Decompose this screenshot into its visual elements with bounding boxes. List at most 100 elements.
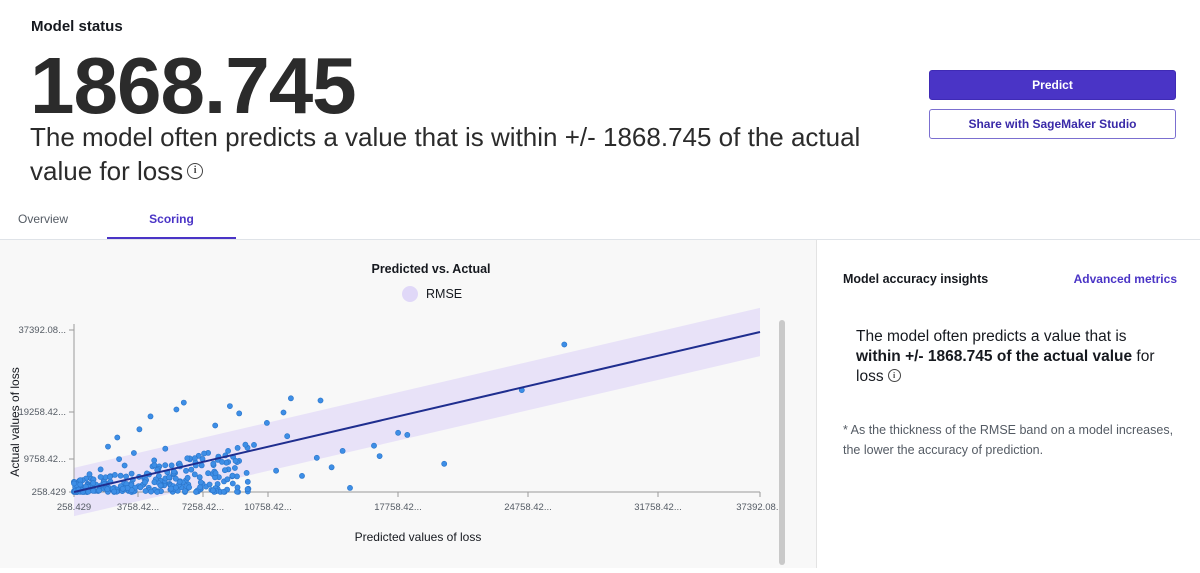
data-point-cluster bbox=[212, 470, 219, 477]
data-point-cluster bbox=[184, 474, 191, 481]
data-point bbox=[116, 456, 122, 462]
data-point-cluster bbox=[197, 484, 203, 490]
data-point-cluster bbox=[162, 462, 169, 469]
data-point bbox=[105, 443, 111, 450]
data-point-cluster bbox=[117, 472, 124, 479]
data-point bbox=[226, 403, 233, 409]
data-point-cluster bbox=[231, 465, 238, 471]
data-point-cluster bbox=[168, 462, 175, 469]
data-point-cluster bbox=[191, 471, 198, 478]
data-point bbox=[317, 397, 324, 404]
data-point bbox=[97, 466, 104, 473]
chart-title: Predicted vs. Actual bbox=[371, 262, 490, 276]
model-status-label: Model status bbox=[31, 18, 123, 35]
info-icon[interactable]: i bbox=[187, 163, 204, 180]
data-point bbox=[243, 469, 250, 476]
data-point bbox=[130, 450, 137, 456]
data-point-cluster bbox=[234, 444, 241, 451]
data-point bbox=[404, 431, 411, 438]
advanced-metrics-link[interactable]: Advanced metrics bbox=[1074, 272, 1177, 286]
data-point-cluster bbox=[209, 487, 216, 494]
data-point bbox=[86, 471, 93, 478]
data-point-cluster bbox=[90, 487, 97, 494]
insights-info-icon[interactable]: i bbox=[887, 369, 901, 383]
model-summary-text: The model often predicts a value that is… bbox=[30, 122, 861, 186]
insights-title: Model accuracy insights bbox=[843, 272, 989, 286]
share-with-sagemaker-studio-button[interactable]: Share with SageMaker Studio bbox=[929, 109, 1176, 139]
y-tick-label: 37392.08... bbox=[18, 325, 66, 336]
legend-rmse-label: RMSE bbox=[426, 287, 462, 301]
x-tick-label: 37392.08... bbox=[736, 502, 784, 513]
data-point-cluster bbox=[168, 485, 175, 492]
data-point bbox=[313, 454, 320, 461]
data-point-cluster bbox=[157, 482, 164, 489]
predict-button[interactable]: Predict bbox=[929, 70, 1176, 100]
data-point-cluster bbox=[96, 487, 103, 494]
data-point bbox=[395, 429, 401, 436]
data-point bbox=[236, 410, 243, 417]
data-point bbox=[273, 467, 279, 474]
data-point bbox=[142, 479, 148, 486]
data-point-cluster bbox=[196, 474, 203, 481]
y-tick-label: 9758.42... bbox=[24, 454, 66, 465]
x-tick-label: 7258.42... bbox=[182, 502, 224, 513]
data-point-cluster bbox=[193, 489, 199, 495]
data-point-cluster bbox=[128, 470, 135, 477]
data-point bbox=[232, 457, 239, 464]
data-point bbox=[299, 472, 305, 479]
insights-text-prefix: The model often predicts a value that is bbox=[856, 328, 1127, 345]
data-point-cluster bbox=[172, 484, 179, 491]
data-point bbox=[90, 480, 97, 487]
data-point-cluster bbox=[148, 488, 154, 495]
data-point-cluster bbox=[172, 475, 179, 482]
model-summary: The model often predicts a value that is… bbox=[30, 120, 910, 188]
data-point-cluster bbox=[104, 486, 111, 493]
data-point-cluster bbox=[137, 484, 144, 491]
data-point bbox=[136, 426, 143, 433]
x-tick-label: 10758.42... bbox=[244, 502, 292, 513]
insights-text: The model often predicts a value that is… bbox=[856, 327, 1166, 387]
data-point bbox=[173, 406, 180, 413]
legend-rmse-swatch bbox=[402, 286, 418, 302]
data-point bbox=[147, 413, 154, 420]
data-point-cluster bbox=[182, 488, 188, 494]
data-point-cluster bbox=[142, 488, 149, 494]
chart-panel: Predicted vs. Actual RMSE Actual values … bbox=[0, 240, 817, 568]
data-point-cluster bbox=[97, 474, 104, 480]
data-point bbox=[151, 457, 158, 464]
data-point-cluster bbox=[220, 488, 227, 495]
data-point bbox=[206, 481, 213, 488]
insights-text-bold: within +/- 1868.745 of the actual value bbox=[856, 348, 1133, 365]
tab-overview[interactable]: Overview bbox=[0, 200, 86, 238]
data-point bbox=[191, 455, 198, 462]
x-tick-label: 258.429 bbox=[57, 502, 91, 513]
data-point bbox=[347, 484, 353, 491]
data-point bbox=[441, 460, 448, 467]
data-point-cluster bbox=[219, 458, 225, 465]
data-point-cluster bbox=[242, 441, 249, 448]
data-point bbox=[77, 481, 84, 488]
tab-bar: Overview Scoring bbox=[0, 200, 1200, 240]
data-point bbox=[284, 433, 291, 440]
data-point bbox=[166, 474, 172, 481]
data-point bbox=[561, 341, 568, 348]
data-point bbox=[114, 434, 121, 441]
tab-scoring[interactable]: Scoring bbox=[107, 200, 236, 239]
data-point bbox=[287, 395, 294, 402]
data-point bbox=[212, 422, 219, 429]
data-point bbox=[162, 445, 169, 452]
chart-scrollbar[interactable] bbox=[779, 320, 785, 565]
data-point bbox=[107, 473, 113, 480]
data-point-cluster bbox=[123, 473, 129, 480]
x-tick-label: 24758.42... bbox=[504, 502, 552, 513]
predicted-vs-actual-chart: Predicted vs. Actual RMSE Actual values … bbox=[8, 262, 785, 565]
x-tick-label: 31758.42... bbox=[634, 502, 682, 513]
x-axis-label: Predicted values of loss bbox=[355, 530, 482, 544]
data-point bbox=[339, 447, 346, 454]
y-tick-label: 19258.42... bbox=[18, 407, 66, 418]
data-point-cluster bbox=[229, 472, 236, 479]
data-point-cluster bbox=[224, 476, 231, 483]
data-point bbox=[328, 464, 335, 471]
data-point-cluster bbox=[234, 484, 241, 491]
data-point bbox=[119, 485, 126, 492]
